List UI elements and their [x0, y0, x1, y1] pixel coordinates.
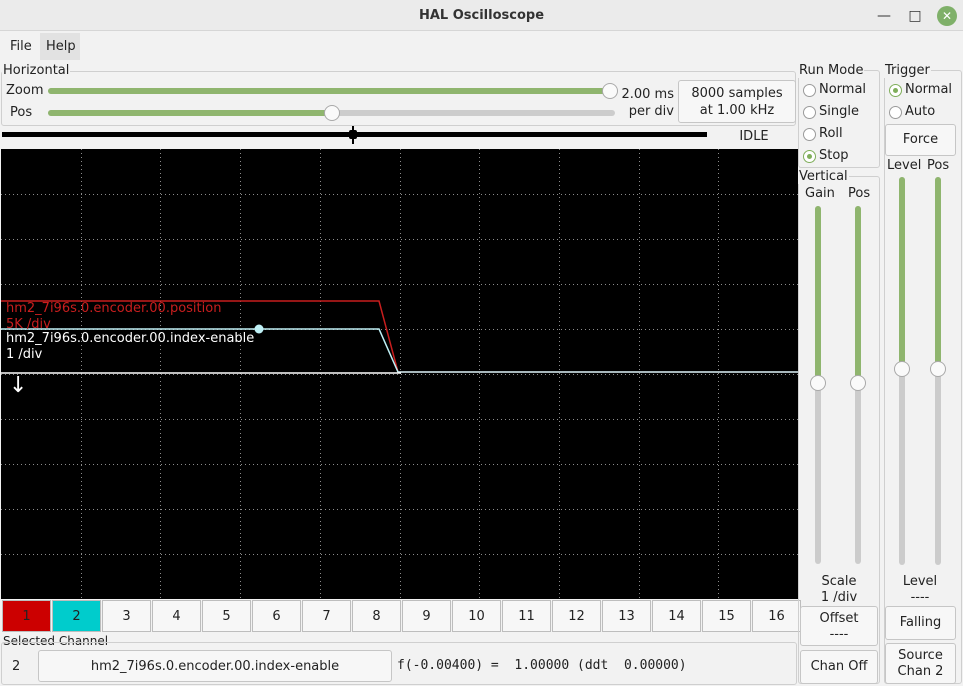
trigger-mode-radio-normal[interactable]: [889, 84, 902, 97]
down-arrow-icon: ↓: [9, 373, 28, 398]
offset-button[interactable]: Offset ----: [800, 606, 878, 646]
channel-readout: f(-0.00400) = 1.00000 (ddt 0.00000): [397, 658, 687, 673]
channel-button-10[interactable]: 10: [452, 600, 501, 632]
chan-off-button[interactable]: Chan Off: [800, 650, 878, 684]
trigger-level-value-label: Level: [902, 574, 938, 589]
trace-marker-dot: [254, 324, 264, 334]
vertical-pos-slider-handle[interactable]: [850, 375, 866, 391]
time-per-div: 2.00 ms per div: [620, 86, 674, 120]
run-mode-radio-normal[interactable]: [803, 84, 816, 97]
trace-1-name: hm2_7i96s.0.encoder.00.position: [6, 301, 222, 316]
window-title: HAL Oscilloscope: [418, 8, 545, 23]
minimize-icon[interactable]: —: [874, 6, 894, 26]
time-per-div-value: 2.00 ms: [621, 87, 674, 102]
trace-2-scale: 1 /div: [6, 347, 43, 362]
close-icon[interactable]: ✕: [937, 6, 957, 26]
scale-display: Scale 1 /div: [798, 574, 880, 606]
channel-button-7[interactable]: 7: [302, 600, 351, 632]
trigger-level-slider-handle[interactable]: [894, 361, 910, 377]
channel-button-8[interactable]: 8: [352, 600, 401, 632]
vertical-pos-label: Pos: [848, 186, 871, 201]
pos-label: Pos: [10, 105, 33, 120]
trigger-pos-slider-handle[interactable]: [930, 361, 946, 377]
run-mode-radio-roll[interactable]: [803, 128, 816, 141]
channel-button-12[interactable]: 12: [552, 600, 601, 632]
trigger-level-label: Level: [887, 158, 922, 173]
scale-value: 1 /div: [820, 590, 858, 605]
trigger-level-value: ----: [910, 590, 930, 605]
channel-button-9[interactable]: 9: [402, 600, 451, 632]
pos-slider-handle[interactable]: [324, 105, 340, 121]
vertical-pos-slider-fill: [855, 206, 861, 383]
channel-button-3[interactable]: 3: [102, 600, 151, 632]
run-mode-label: Run Mode: [798, 63, 865, 78]
trigger-pos-slider-fill: [935, 177, 941, 369]
menu-help[interactable]: Help: [40, 33, 80, 60]
time-per-div-unit: per div: [628, 104, 674, 119]
scope-canvas: [1, 149, 798, 599]
samples-count: 8000 samples: [691, 86, 783, 101]
zoom-slider-fill: [48, 88, 615, 94]
scope-display[interactable]: hm2_7i96s.0.encoder.00.position 5K /div …: [1, 149, 798, 599]
channel-button-13[interactable]: 13: [602, 600, 651, 632]
channel-button-4[interactable]: 4: [152, 600, 201, 632]
pos-slider-fill: [48, 110, 332, 116]
gain-slider-handle[interactable]: [810, 375, 826, 391]
force-button[interactable]: Force: [885, 124, 956, 156]
record-window-marker-body: [349, 130, 357, 139]
channel-button-5[interactable]: 5: [202, 600, 251, 632]
channel-button-1[interactable]: 1: [2, 600, 51, 632]
selected-channel-signal-button[interactable]: hm2_7i96s.0.encoder.00.index-enable: [38, 650, 392, 682]
scale-label: Scale: [821, 574, 857, 589]
zoom-slider-handle[interactable]: [602, 83, 618, 99]
channel-button-11[interactable]: 11: [502, 600, 551, 632]
status-text: IDLE: [711, 127, 797, 147]
run-mode-option-label[interactable]: Normal: [819, 82, 866, 97]
zoom-slider[interactable]: [48, 88, 615, 94]
maximize-icon[interactable]: □: [905, 6, 925, 26]
trigger-mode-option-label[interactable]: Auto: [905, 104, 935, 119]
vertical-label: Vertical: [798, 169, 849, 184]
trigger-source-button[interactable]: Source Chan 2: [885, 643, 956, 684]
trigger-edge-button[interactable]: Falling: [885, 606, 956, 640]
trigger-mode-radio-auto[interactable]: [889, 106, 902, 119]
run-mode-radio-stop[interactable]: [803, 150, 816, 163]
trigger-source-value: Chan 2: [897, 664, 944, 679]
channel-button-14[interactable]: 14: [652, 600, 701, 632]
channel-button-2[interactable]: 2: [52, 600, 101, 632]
run-mode-option-label[interactable]: Single: [819, 104, 859, 119]
offset-label: Offset: [819, 611, 859, 626]
trigger-label: Trigger: [884, 63, 931, 78]
selected-channel-number: 2: [12, 659, 21, 674]
trigger-pos-label: Pos: [927, 158, 950, 173]
trigger-level-slider-fill: [899, 177, 905, 369]
channel-button-15[interactable]: 15: [702, 600, 751, 632]
run-mode-option-label[interactable]: Roll: [819, 126, 843, 141]
run-mode-radio-single[interactable]: [803, 106, 816, 119]
run-mode-option-label[interactable]: Stop: [819, 148, 849, 163]
horizontal-frame: [1, 71, 796, 126]
trigger-level-display: Level ----: [884, 574, 956, 606]
offset-value: ----: [829, 627, 849, 642]
gain-label: Gain: [805, 186, 835, 201]
trace-1-scale: 5K /div: [6, 317, 51, 332]
trace-2-name: hm2_7i96s.0.encoder.00.index-enable: [6, 331, 255, 346]
trigger-source-label: Source: [898, 648, 943, 663]
channel-button-6[interactable]: 6: [252, 600, 301, 632]
samples-button[interactable]: 8000 samples at 1.00 kHz: [678, 80, 796, 123]
menu-bar: [0, 31, 963, 61]
sample-rate: at 1.00 kHz: [699, 103, 775, 118]
channel-button-16[interactable]: 16: [752, 600, 801, 632]
gain-slider-fill: [815, 206, 821, 383]
zoom-label: Zoom: [6, 83, 44, 98]
trigger-mode-option-label[interactable]: Normal: [905, 82, 952, 97]
menu-file[interactable]: File: [4, 33, 38, 60]
horizontal-label: Horizontal: [2, 63, 71, 78]
